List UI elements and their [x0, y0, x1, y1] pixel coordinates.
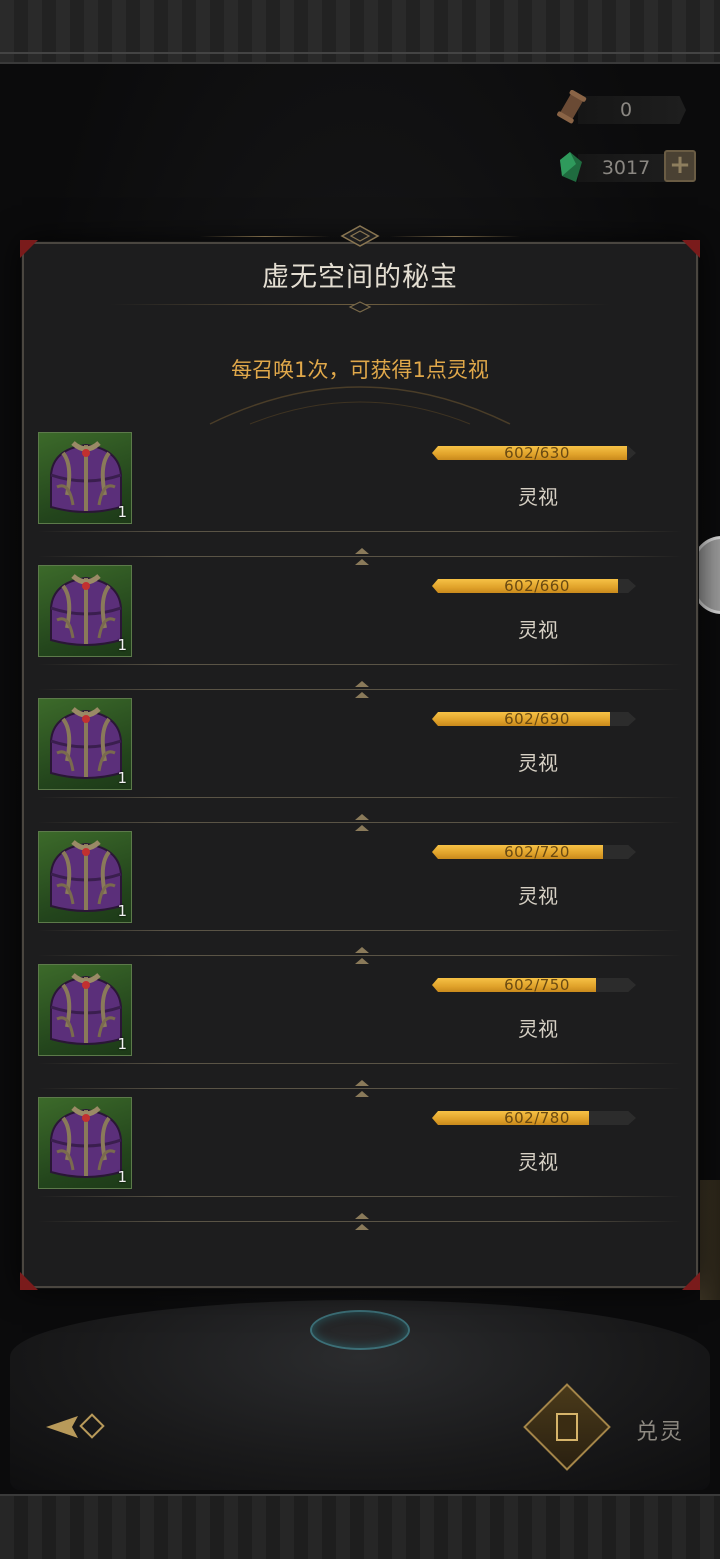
bottom-ornate-border [0, 1494, 720, 1559]
underline-ornament [348, 301, 372, 313]
title-rule [390, 236, 520, 237]
currency-value: 3017 [601, 157, 651, 179]
currency-value: 0 [619, 99, 633, 121]
progress-label: 602/720 [504, 843, 570, 861]
row-divider [38, 822, 682, 823]
item-count: 1 [117, 769, 127, 787]
row-divider [38, 1088, 682, 1089]
summon-hint: 每召唤1次，可获得1点灵视 [231, 358, 489, 382]
dialog-title: 虚无空间的秘宝 [262, 262, 458, 293]
reward-row: 1 602/780 灵视 [38, 1095, 682, 1230]
reward-item-slot[interactable]: 1 [38, 698, 132, 790]
back-arrow-icon[interactable] [42, 1410, 106, 1444]
reward-progress-bar: 602/690 [432, 710, 640, 728]
reward-progress-bar: 602/660 [432, 577, 640, 595]
divider-ornament [355, 947, 369, 953]
reward-name: 灵视 [518, 751, 558, 775]
row-divider [38, 689, 682, 690]
reward-progress-bar: 602/630 [432, 444, 640, 462]
row-divider [38, 930, 682, 931]
reward-item-slot[interactable]: 1 [38, 1097, 132, 1189]
reward-progress-bar: 602/750 [432, 976, 640, 994]
row-divider [38, 955, 682, 956]
progress-label: 602/750 [504, 976, 570, 994]
title-diamond-ornament [340, 225, 380, 247]
row-divider [38, 1196, 682, 1197]
row-divider [38, 556, 682, 557]
progress-label: 602/690 [504, 710, 570, 728]
row-divider [38, 1063, 682, 1064]
title-rule [200, 236, 330, 237]
reward-item-slot[interactable]: 1 [38, 831, 132, 923]
convert-button-label[interactable]: 兑灵 [636, 1414, 706, 1445]
side-decoration [700, 1180, 720, 1300]
reward-item-slot[interactable]: 1 [38, 964, 132, 1056]
add-currency-button[interactable]: + [664, 150, 696, 182]
reward-progress-bar: 602/780 [432, 1109, 640, 1127]
scroll-icon [557, 90, 587, 124]
altar-rune-circle [310, 1310, 410, 1350]
item-count: 1 [117, 1168, 127, 1186]
reward-name: 灵视 [518, 1150, 558, 1174]
divider-ornament [355, 814, 369, 820]
progress-label: 602/630 [504, 444, 570, 462]
row-divider [38, 531, 682, 532]
crystal-icon [560, 152, 582, 182]
item-count: 1 [117, 503, 127, 521]
reward-item-slot[interactable]: 1 [38, 565, 132, 657]
reward-name: 灵视 [518, 1017, 558, 1041]
reward-name: 灵视 [518, 618, 558, 642]
reward-row: 1 602/630 灵视 [38, 430, 682, 565]
reward-row: 1 602/720 灵视 [38, 829, 682, 964]
divider-ornament [355, 548, 369, 554]
divider-ornament [355, 1213, 369, 1219]
progress-label: 602/780 [504, 1109, 570, 1127]
divider-ornament [355, 1224, 369, 1230]
item-count: 1 [117, 1035, 127, 1053]
reward-list: 1 602/630 灵视 1 602/660 灵视 1 602/690 灵视 1… [38, 430, 682, 1230]
top-ornate-border [0, 0, 720, 64]
reward-progress-bar: 602/720 [432, 843, 640, 861]
reward-row: 1 602/690 灵视 [38, 696, 682, 831]
divider-ornament [355, 681, 369, 687]
reward-row: 1 602/660 灵视 [38, 563, 682, 698]
item-count: 1 [117, 902, 127, 920]
divider-ornament [355, 1080, 369, 1086]
row-divider [38, 797, 682, 798]
currency-scroll: 0 [556, 90, 686, 126]
row-divider [38, 664, 682, 665]
progress-label: 602/660 [504, 577, 570, 595]
reward-item-slot[interactable]: 1 [38, 432, 132, 524]
row-divider [38, 1221, 682, 1222]
reward-row: 1 602/750 灵视 [38, 962, 682, 1097]
reward-name: 灵视 [518, 884, 558, 908]
item-count: 1 [117, 636, 127, 654]
reward-name: 灵视 [518, 485, 558, 509]
